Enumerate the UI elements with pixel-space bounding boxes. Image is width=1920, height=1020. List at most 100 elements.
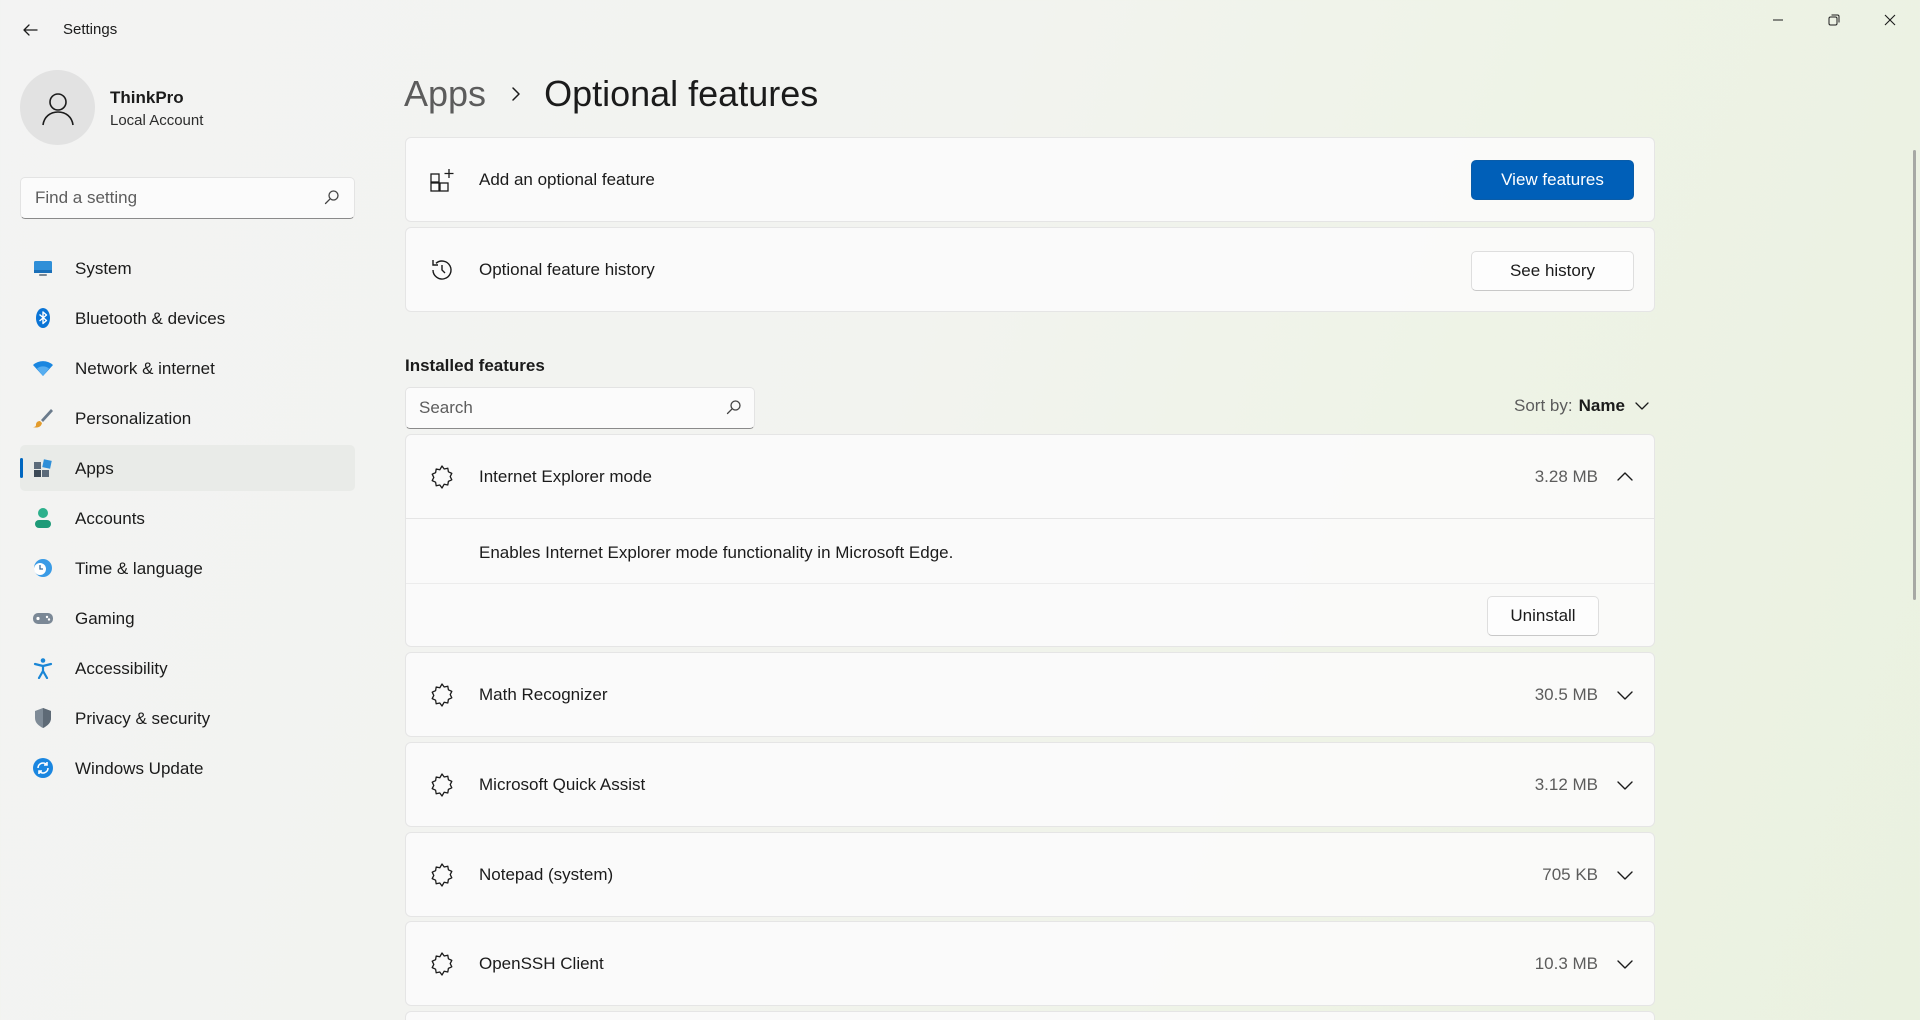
feature-item-microsoft-quick-assist[interactable]: Microsoft Quick Assist 3.12 MB <box>405 742 1655 827</box>
sidebar-item-time-language[interactable]: Time & language <box>20 545 355 591</box>
sidebar-item-apps[interactable]: Apps <box>20 445 355 491</box>
gamepad-icon <box>32 607 54 629</box>
back-button[interactable] <box>14 14 46 46</box>
chevron-down-icon[interactable] <box>1614 774 1636 796</box>
arrow-left-icon <box>23 24 38 36</box>
sidebar-item-personalization[interactable]: Personalization <box>20 395 355 441</box>
feature-size: 10.3 MB <box>1534 953 1598 973</box>
chevron-up-icon[interactable] <box>1614 466 1636 488</box>
feature-item-math-recognizer[interactable]: Math Recognizer 30.5 MB <box>405 652 1655 737</box>
sidebar-item-label: Network & internet <box>75 359 215 378</box>
puzzle-gear-icon <box>428 771 456 799</box>
sort-value: Name <box>1578 396 1625 415</box>
feature-size: 30.5 MB <box>1534 684 1598 704</box>
feature-header[interactable]: Internet Explorer mode 3.28 MB <box>406 435 1654 519</box>
sort-dropdown[interactable]: Sort by: Name <box>1514 396 1649 416</box>
close-button[interactable] <box>1862 0 1918 40</box>
sidebar-item-label: Accessibility <box>75 659 168 678</box>
clock-globe-icon <box>32 557 54 579</box>
avatar <box>20 70 95 145</box>
puzzle-gear-icon <box>428 681 456 709</box>
sidebar-item-accessibility[interactable]: Accessibility <box>20 645 355 691</box>
feature-item-notepad-system[interactable]: Notepad (system) 705 KB <box>405 832 1655 917</box>
sidebar-item-gaming[interactable]: Gaming <box>20 595 355 641</box>
profile-name: ThinkPro <box>110 88 184 107</box>
app-title: Settings <box>63 21 118 38</box>
feature-item-internet-explorer-mode: Internet Explorer mode 3.28 MB Enables I… <box>405 434 1655 647</box>
add-feature-icon <box>428 166 456 194</box>
chevron-right-icon <box>510 86 522 102</box>
wifi-icon <box>32 357 54 379</box>
puzzle-gear-icon <box>428 950 456 978</box>
chevron-down-icon[interactable] <box>1614 864 1636 886</box>
history-icon <box>428 256 456 284</box>
feature-name: Notepad (system) <box>479 864 614 884</box>
add-optional-feature-card: Add an optional feature View features <box>405 137 1655 222</box>
see-history-button[interactable]: See history <box>1471 251 1634 291</box>
sidebar-item-label: Apps <box>75 459 114 478</box>
bluetooth-icon <box>32 307 54 329</box>
sidebar-item-label: Gaming <box>75 609 135 628</box>
search-icon[interactable] <box>726 399 742 415</box>
installed-search-input[interactable] <box>406 388 706 428</box>
feature-item-partial[interactable] <box>405 1011 1655 1020</box>
puzzle-gear-icon <box>428 861 456 889</box>
sidebar-item-label: System <box>75 259 132 278</box>
sidebar-item-label: Time & language <box>75 559 203 578</box>
accessibility-icon <box>32 657 54 679</box>
feature-name: Microsoft Quick Assist <box>479 774 646 794</box>
sidebar-item-system[interactable]: System <box>20 245 355 291</box>
minimize-button[interactable] <box>1750 0 1806 40</box>
feature-size: 3.12 MB <box>1534 774 1598 794</box>
profile-account-type: Local Account <box>110 112 204 129</box>
restore-button[interactable] <box>1806 0 1862 40</box>
chevron-down-icon[interactable] <box>1614 684 1636 706</box>
feature-history-card: Optional feature history See history <box>405 227 1655 312</box>
breadcrumb: Apps Optional features <box>404 70 818 118</box>
feature-name: OpenSSH Client <box>479 953 604 973</box>
close-icon <box>1884 14 1896 26</box>
sidebar-item-accounts[interactable]: Accounts <box>20 495 355 541</box>
scrollbar[interactable] <box>1913 150 1916 600</box>
minimize-icon <box>1773 19 1783 21</box>
restore-icon <box>1828 14 1840 26</box>
brush-icon <box>32 407 54 429</box>
installed-search-box[interactable] <box>405 387 755 429</box>
sidebar-item-privacy-security[interactable]: Privacy & security <box>20 695 355 741</box>
sidebar-item-label: Personalization <box>75 409 192 428</box>
chevron-down-icon[interactable] <box>1614 953 1636 975</box>
apps-icon <box>32 457 54 479</box>
puzzle-gear-icon <box>428 463 456 491</box>
feature-item-openssh-client[interactable]: OpenSSH Client 10.3 MB <box>405 921 1655 1006</box>
divider <box>406 583 1654 584</box>
history-label: Optional feature history <box>479 259 655 279</box>
system-icon <box>32 257 54 279</box>
view-features-button[interactable]: View features <box>1471 160 1634 200</box>
selection-indicator <box>20 458 23 478</box>
feature-description: Enables Internet Explorer mode functiona… <box>479 543 954 562</box>
sidebar-item-label: Windows Update <box>75 759 204 778</box>
installed-features-heading: Installed features <box>405 356 545 375</box>
chevron-down-icon <box>1635 402 1649 410</box>
uninstall-button[interactable]: Uninstall <box>1487 596 1599 636</box>
find-setting-input[interactable] <box>21 178 311 218</box>
feature-name: Internet Explorer mode <box>479 466 652 486</box>
breadcrumb-parent-apps[interactable]: Apps <box>404 73 486 115</box>
find-setting-box[interactable] <box>20 177 355 219</box>
search-icon[interactable] <box>324 189 340 205</box>
feature-size: 705 KB <box>1542 864 1598 884</box>
shield-icon <box>32 707 54 729</box>
sidebar-item-label: Bluetooth & devices <box>75 309 226 328</box>
page-title: Optional features <box>544 73 819 114</box>
user-profile[interactable]: ThinkPro Local Account <box>20 70 350 146</box>
sidebar-item-network[interactable]: Network & internet <box>20 345 355 391</box>
add-feature-label: Add an optional feature <box>479 169 655 189</box>
sidebar-item-windows-update[interactable]: Windows Update <box>20 745 355 791</box>
sidebar-item-bluetooth[interactable]: Bluetooth & devices <box>20 295 355 341</box>
person-icon <box>41 92 74 125</box>
sidebar-item-label: Accounts <box>75 509 145 528</box>
title-bar: Settings <box>0 0 1920 60</box>
feature-name: Math Recognizer <box>479 684 608 704</box>
sidebar-item-label: Privacy & security <box>75 709 211 728</box>
sidebar-nav: System Bluetooth & devices Network & int… <box>20 245 355 795</box>
